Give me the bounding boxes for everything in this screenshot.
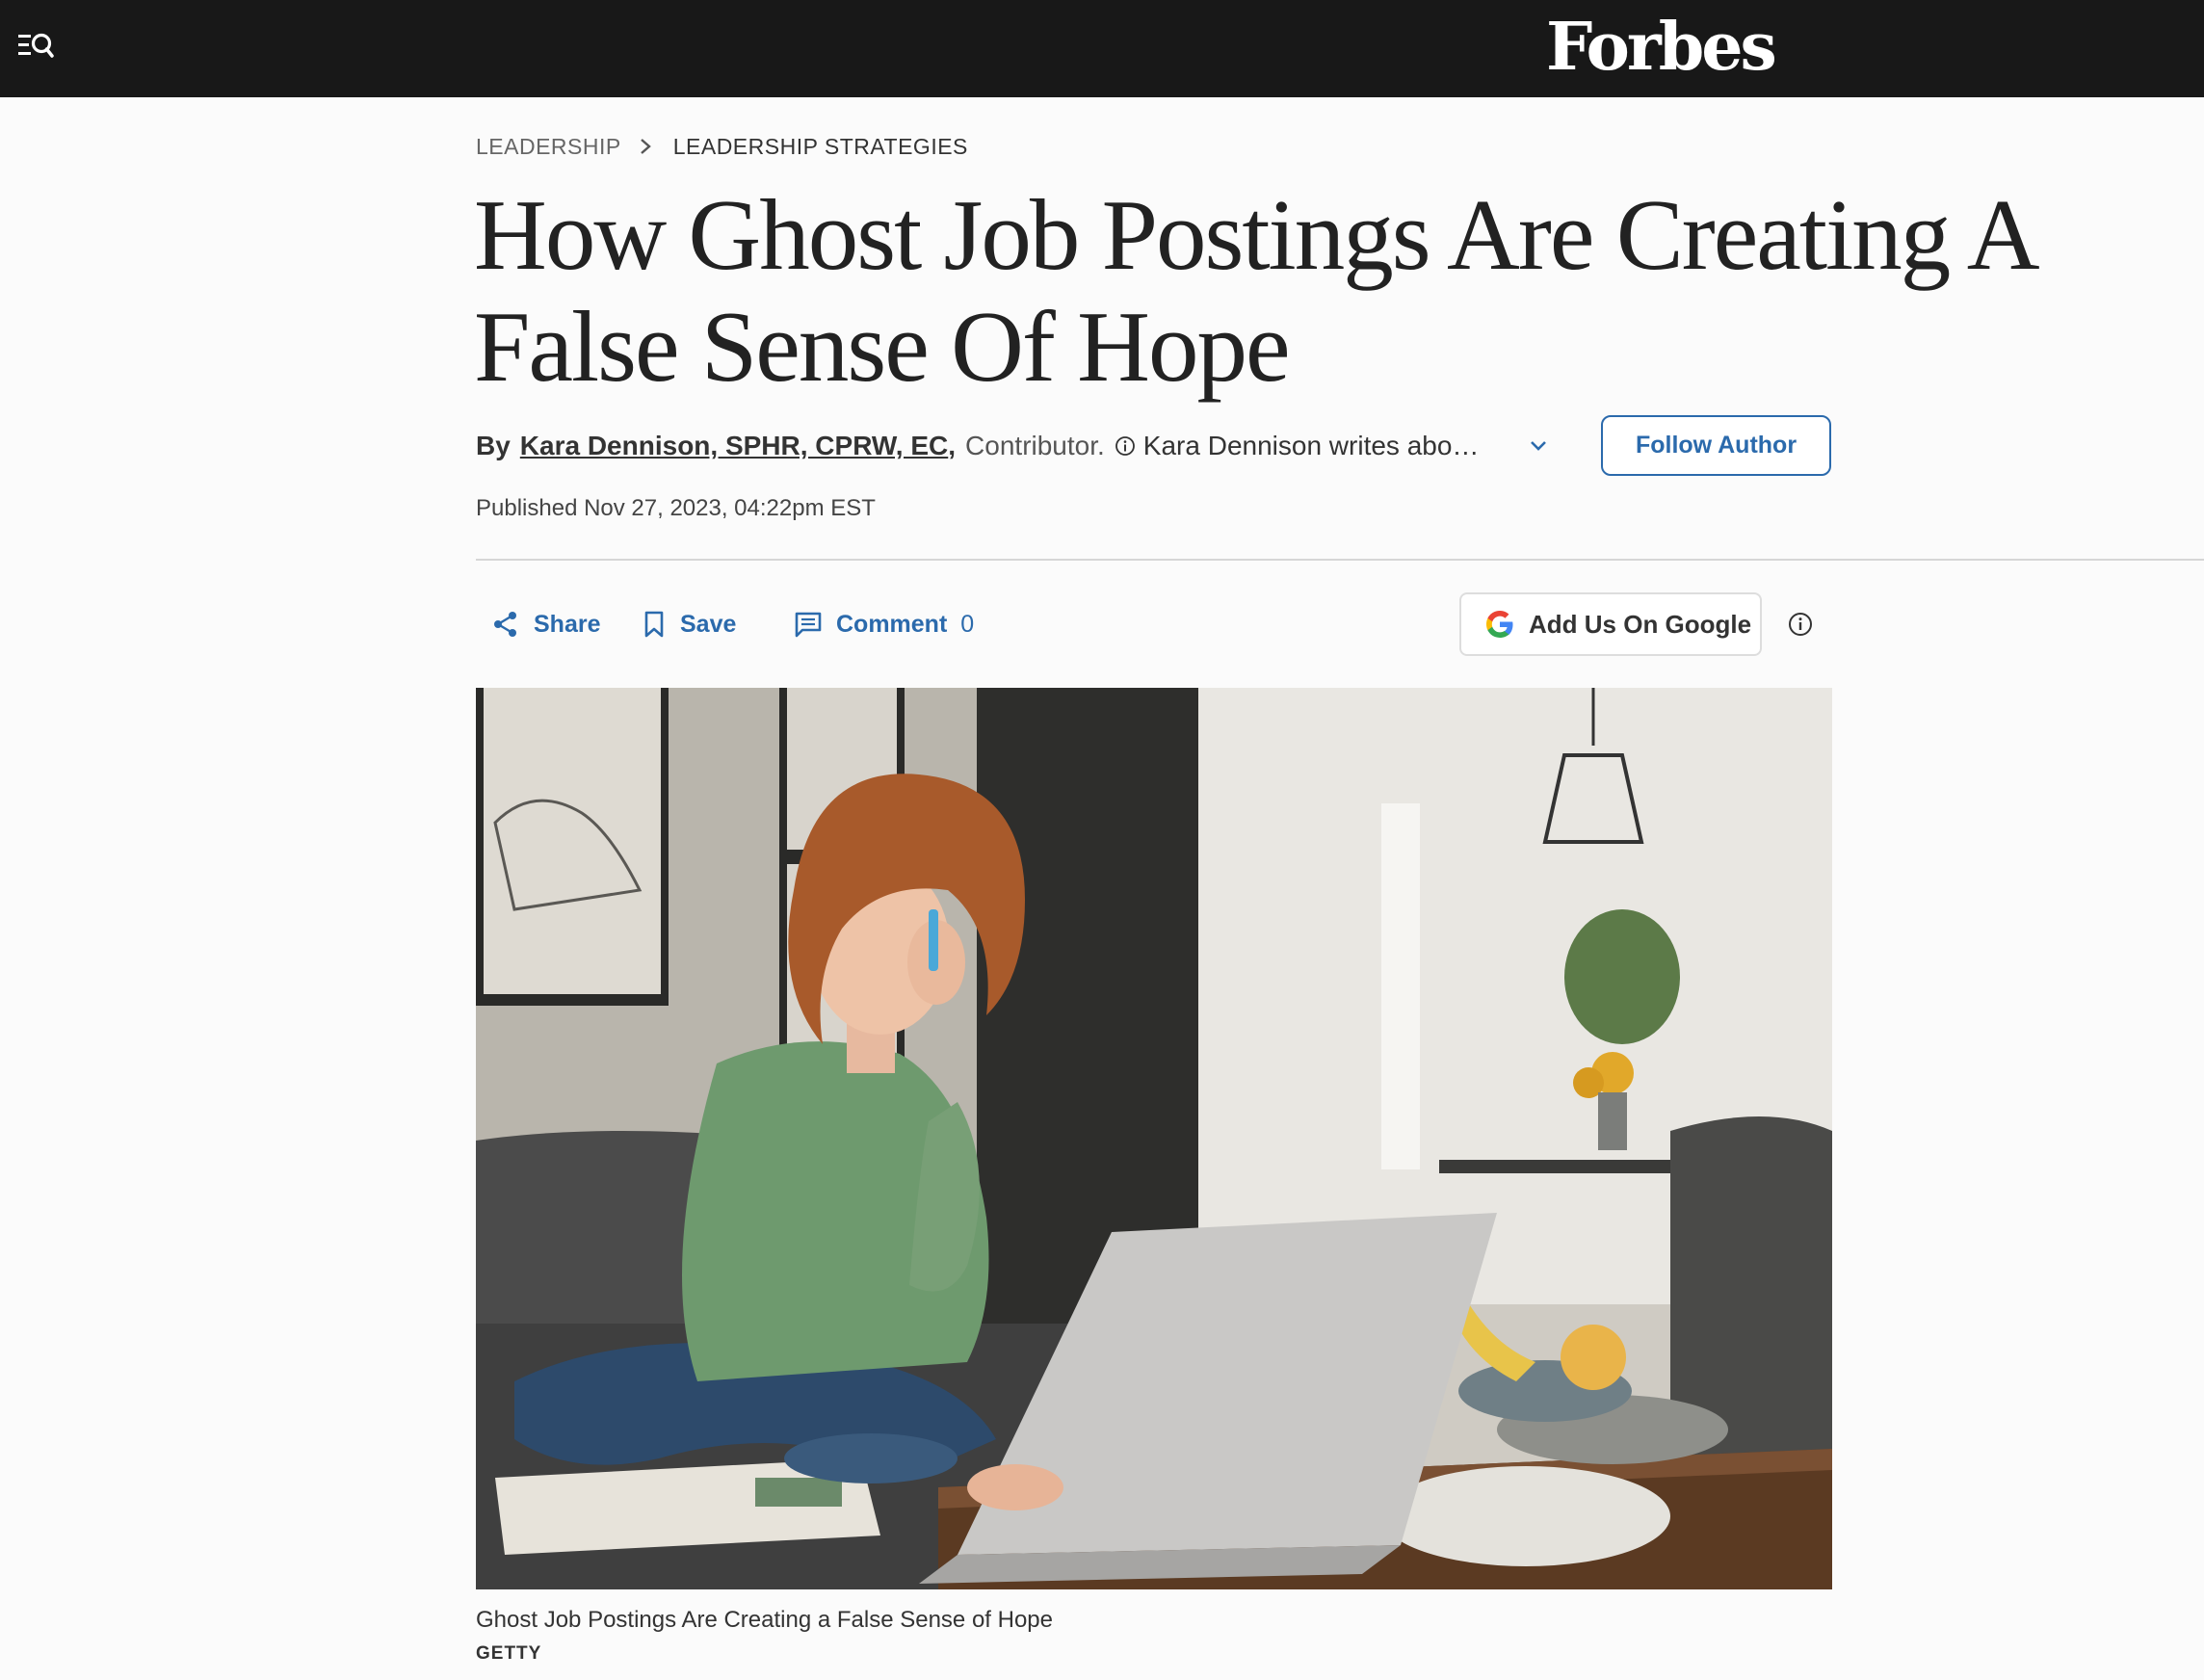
breadcrumb: LEADERSHIP LEADERSHIP STRATEGIES: [476, 131, 968, 162]
comment-count: 0: [960, 610, 975, 638]
share-label: Share: [534, 610, 601, 638]
menu-search-icon[interactable]: [17, 29, 56, 64]
share-icon: [494, 612, 516, 637]
add-us-on-google-button[interactable]: Add Us On Google: [1459, 592, 1762, 656]
google-label: Add Us On Google: [1529, 609, 1752, 639]
info-icon: [1115, 436, 1135, 456]
author-link[interactable]: Kara Dennison, SPHR, CPRW, EC: [520, 431, 948, 461]
comment-icon: [795, 612, 822, 638]
top-navigation-bar: Forbes: [0, 0, 2204, 97]
share-button[interactable]: Share: [491, 605, 600, 643]
chevron-right-icon: [640, 139, 651, 154]
hero-image: [476, 688, 1832, 1589]
article-headline: How Ghost Job Postings Are Creating A Fa…: [474, 178, 2034, 403]
author-role: Contributor.: [965, 431, 1105, 460]
breadcrumb-leadership[interactable]: LEADERSHIP: [476, 134, 621, 160]
bookmark-icon: [644, 611, 664, 638]
forbes-logo[interactable]: Forbes: [1546, 4, 1777, 91]
comment-label: Comment: [836, 610, 948, 638]
divider: [476, 559, 2204, 561]
breadcrumb-leadership-strategies[interactable]: LEADERSHIP STRATEGIES: [673, 134, 968, 160]
comment-button[interactable]: Comment 0: [794, 605, 974, 643]
save-button[interactable]: Save: [642, 605, 736, 643]
byline: By Kara Dennison, SPHR, CPRW, EC , Contr…: [476, 424, 1485, 468]
by-label: By: [476, 431, 511, 460]
byline-comma: ,: [948, 431, 957, 460]
image-caption: Ghost Job Postings Are Creating a False …: [476, 1607, 1054, 1633]
chevron-down-icon[interactable]: [1527, 433, 1550, 457]
info-icon[interactable]: [1788, 612, 1813, 637]
author-about: Kara Dennison writes about career develo…: [1142, 431, 1485, 460]
image-credit: GETTY: [476, 1643, 542, 1664]
google-icon: [1486, 611, 1513, 638]
save-label: Save: [680, 610, 737, 638]
follow-author-button[interactable]: Follow Author: [1601, 415, 1831, 476]
published-date: Published Nov 27, 2023, 04:22pm EST: [476, 495, 876, 521]
